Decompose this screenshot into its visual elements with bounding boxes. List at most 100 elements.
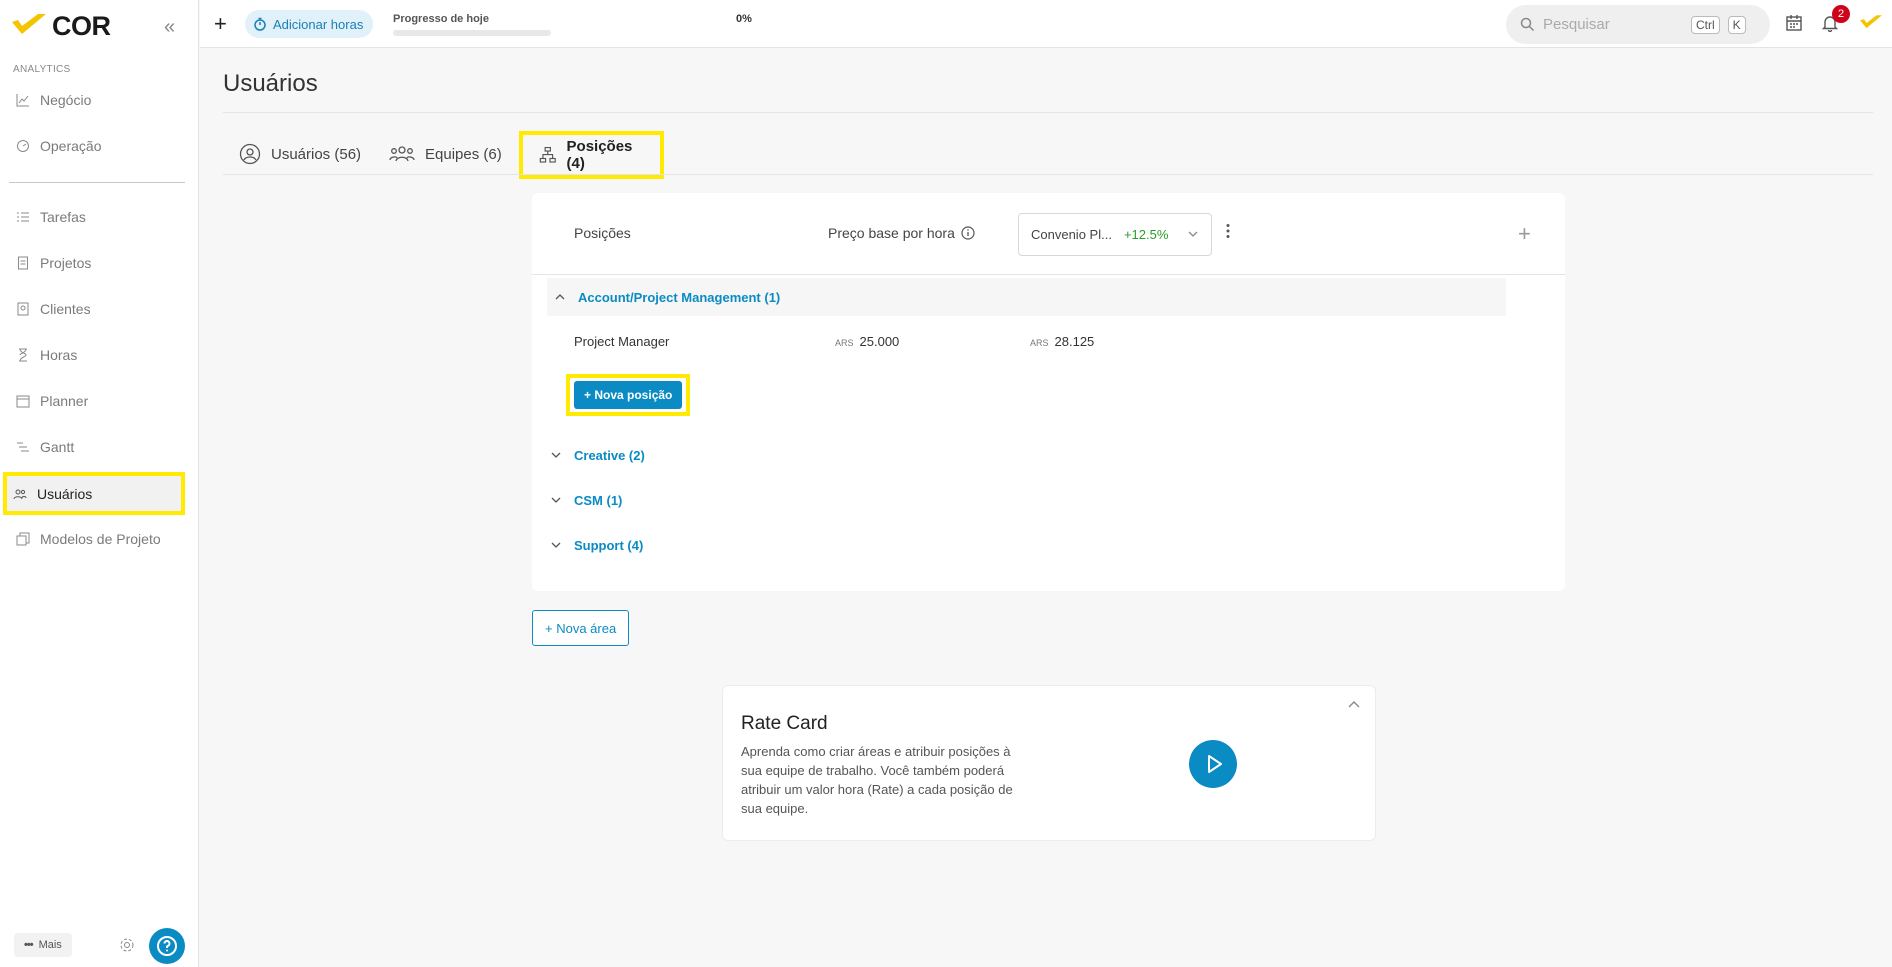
search-input[interactable] [1543,16,1683,33]
sidebar-item-label: Tarefas [40,209,86,225]
sidebar-item-negocio[interactable]: Negócio [6,80,184,120]
sidebar-item-modelos-de-projeto[interactable]: Modelos de Projeto [6,519,184,559]
group-label: Creative (2) [574,447,645,463]
currency-label: ARS [835,338,854,348]
new-area-button[interactable]: + Nova área [532,610,630,646]
plus-icon[interactable]: + [214,11,227,37]
sidebar-item-label: Clientes [40,301,91,317]
group-label: CSM (1) [574,492,623,508]
sidebar: COR « ANALYTICS Negócio Operação Tarefas… [0,0,199,967]
group-label: Support (4) [574,537,644,553]
more-button[interactable]: ••• Mais [14,933,72,957]
chevron-down-icon [551,452,561,458]
column-header-positions: Posições [574,225,631,241]
org-chart-icon [539,146,556,163]
kbd-ctrl: Ctrl [1691,15,1720,34]
chart-line-icon [16,93,30,107]
currency-label: ARS [1030,338,1049,348]
column-header-label: Preço base por hora [828,225,955,241]
hourglass-icon [16,348,30,362]
tab-usuarios[interactable]: Usuários (56) [223,132,377,176]
group-csm[interactable]: CSM (1) [550,489,622,511]
progress-bar [393,30,551,36]
play-video-button[interactable] [1189,740,1237,788]
sidebar-item-projetos[interactable]: Projetos [6,243,184,283]
convenio-label: Convenio Pl... [1031,227,1112,242]
card-header-divider [532,274,1565,275]
search-box[interactable]: Ctrl K [1506,5,1770,44]
topbar: + Adicionar horas Progresso de hoje 0% C… [200,0,1892,48]
collapse-sidebar-icon[interactable]: « [164,16,175,39]
tab-label: Equipes (6) [425,145,502,163]
chevron-down-icon [1188,231,1198,237]
convenio-percent: +12.5% [1123,227,1169,242]
notification-badge: 2 [1832,5,1850,23]
title-divider [223,112,1873,113]
sidebar-item-label: Modelos de Projeto [40,531,161,547]
group-creative[interactable]: Creative (2) [550,444,645,466]
chevron-down-icon [551,497,561,503]
sidebar-divider [9,182,185,183]
rate-card-description: Aprenda como criar áreas e atribuir posi… [741,744,1013,816]
more-label: Mais [38,939,62,951]
collapse-chevron-up-icon[interactable] [1347,698,1361,717]
price-value: 28.125 [1054,334,1095,349]
sidebar-item-label: Horas [40,347,78,363]
chevron-down-icon [551,542,561,548]
rate-card-panel: Rate Card Aprenda como criar áreas e atr… [722,685,1376,841]
sidebar-item-usuarios[interactable]: Usuários [3,472,185,515]
kbd-k: K [1727,15,1746,34]
gear-icon[interactable] [119,937,135,953]
sidebar-item-gantt[interactable]: Gantt [6,427,184,467]
help-button[interactable] [149,928,185,964]
team-icon [389,146,415,162]
group-account-project-management[interactable]: Account/Project Management (1) [547,278,1506,316]
list-check-icon [16,210,30,224]
info-icon[interactable] [961,226,975,240]
sidebar-item-label: Projetos [40,255,92,271]
kebab-menu-icon[interactable] [1225,223,1231,244]
search-icon [1520,17,1535,32]
positions-card: Posições Preço base por hora Convenio Pl… [532,193,1565,591]
column-header-base-price: Preço base por hora [828,225,975,241]
gauge-icon [16,139,30,153]
page-title: Usuários [223,70,318,97]
contact-card-icon [16,302,30,316]
section-label-analytics: ANALYTICS [13,64,71,75]
users-icon [13,487,27,501]
price-value: 25.000 [859,334,900,349]
position-name[interactable]: Project Manager [574,334,669,349]
position-base-price[interactable]: ARS 25.000 [835,334,899,349]
question-icon [157,936,177,956]
calendar-edit-icon [16,394,30,408]
sidebar-item-clientes[interactable]: Clientes [6,289,184,329]
tab-equipes[interactable]: Equipes (6) [373,132,518,176]
sidebar-item-label: Gantt [40,439,75,455]
convenio-select[interactable]: Convenio Pl... +12.5% [1018,213,1212,256]
tab-label: Usuários (56) [271,145,362,163]
new-position-button-highlight: + Nova posição [566,374,691,416]
sidebar-item-label: Negócio [40,92,92,108]
user-circle-icon [239,143,261,165]
group-support[interactable]: Support (4) [550,534,643,556]
calendar-icon[interactable] [1785,14,1803,32]
new-position-button[interactable]: + Nova posição [574,381,683,409]
add-hours-button[interactable]: Adicionar horas [245,10,374,38]
sidebar-item-operacao[interactable]: Operação [6,126,184,166]
gantt-icon [16,440,30,454]
tab-posicoes[interactable]: Posições (4) [519,131,664,179]
cor-mini-logo-icon[interactable] [1860,14,1882,37]
document-icon [16,256,30,270]
sidebar-item-label: Operação [40,138,102,154]
add-column-icon[interactable]: + [1518,221,1531,247]
progress-percent: 0% [736,13,752,25]
sidebar-item-tarefas[interactable]: Tarefas [6,197,184,237]
progress-label: Progresso de hoje [393,13,489,25]
sidebar-item-horas[interactable]: Horas [6,335,184,375]
sidebar-item-planner[interactable]: Planner [6,381,184,421]
tabs-divider [223,174,1873,175]
logo[interactable]: COR [12,8,111,44]
play-icon [1208,755,1222,773]
sidebar-item-label: Usuários [37,485,93,502]
logo-text: COR [52,10,111,41]
